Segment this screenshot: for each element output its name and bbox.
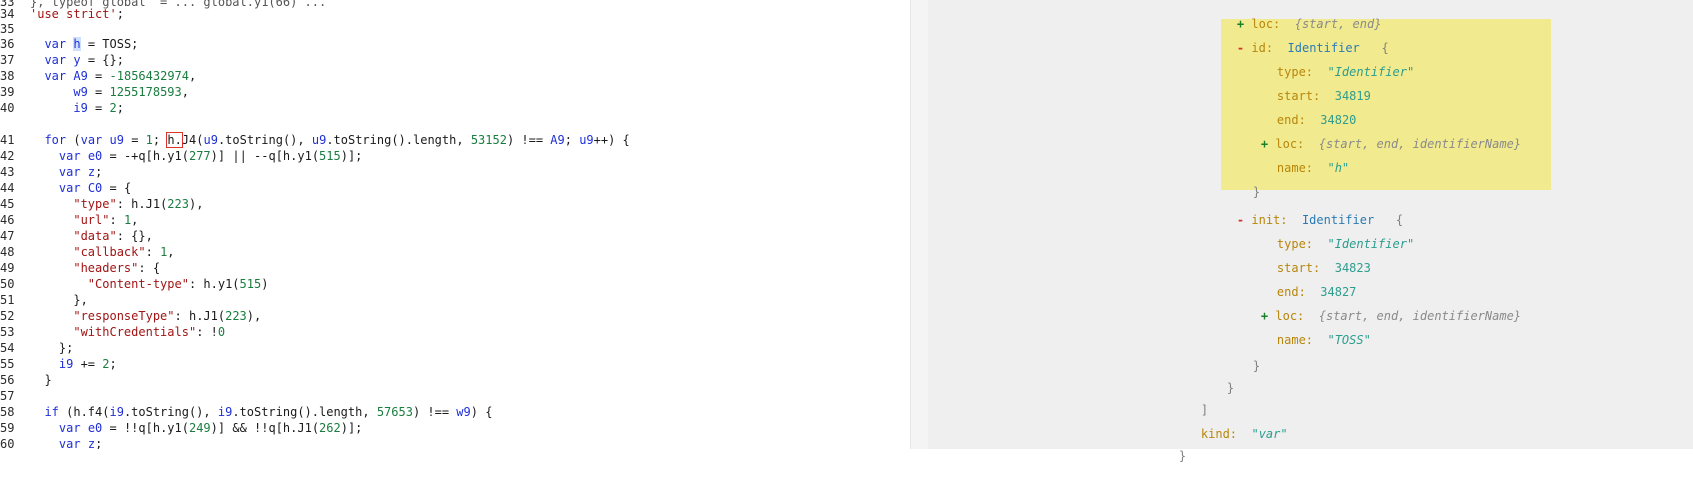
collapse-minus-icon[interactable]: - <box>1237 41 1244 55</box>
code-line: 35 <box>0 22 15 36</box>
code-line: 57 <box>0 389 15 403</box>
tree-prop-name: name: "TOSS" <box>1276 333 1371 347</box>
code-line: 47 "data": {}, <box>0 229 153 243</box>
code-line: 37 var y = {}; <box>0 53 124 67</box>
code-line: 58 if (h.f4(i9.toString(), i9.toString()… <box>0 405 493 419</box>
tree-prop-kind: kind: "var" <box>1200 427 1288 441</box>
code-line: 53 "withCredentials": !0 <box>0 325 226 339</box>
code-line: 40 i9 = 2; <box>0 101 124 115</box>
code-line: 55 i9 += 2; <box>0 357 117 371</box>
code-line: 42 var e0 = -+q[h.y1(277)] || --q[h.y1(5… <box>0 149 363 163</box>
code-line: 49 "headers": { <box>0 261 161 275</box>
code-line: 48 "callback": 1, <box>0 245 175 259</box>
code-line: 46 "url": 1, <box>0 213 139 227</box>
code-line: 51 }, <box>0 293 88 307</box>
screen: 33}, typeof global = ... global.y1(66) .… <box>0 0 1693 463</box>
code-line: 43 var z; <box>0 165 103 179</box>
code-line: 52 "responseType": h.J1(223), <box>0 309 262 323</box>
code-line: 45 "type": h.J1(223), <box>0 197 204 211</box>
code-line: 39 w9 = 1255178593, <box>0 85 189 99</box>
code-line: 50 "Content-type": h.y1(515) <box>0 277 269 291</box>
code-line: 44 var C0 = { <box>0 181 132 195</box>
code-line: 36 var h = TOSS; <box>0 37 139 51</box>
code-editor[interactable]: 33}, typeof global = ... global.y1(66) .… <box>0 0 910 449</box>
tree-prop-name: name: "h" <box>1276 161 1350 175</box>
tree-close-brace: } <box>1178 449 1187 463</box>
code-line: 38 var A9 = -1856432974, <box>0 69 197 83</box>
collapse-minus-icon[interactable]: - <box>1237 213 1244 227</box>
code-line: 56 } <box>0 373 52 387</box>
pane-splitter[interactable] <box>910 0 929 449</box>
code-line: 34'use strict'; <box>0 7 124 21</box>
code-line: 54 }; <box>0 341 74 355</box>
code-line: 60 var z; <box>0 437 103 449</box>
code-line: 59 var e0 = !!q[h.y1(249)] && !!q[h.J1(2… <box>0 421 363 435</box>
code-line: 41 for (var u9 = 1; h.J4(u9.toString(), … <box>0 132 630 148</box>
